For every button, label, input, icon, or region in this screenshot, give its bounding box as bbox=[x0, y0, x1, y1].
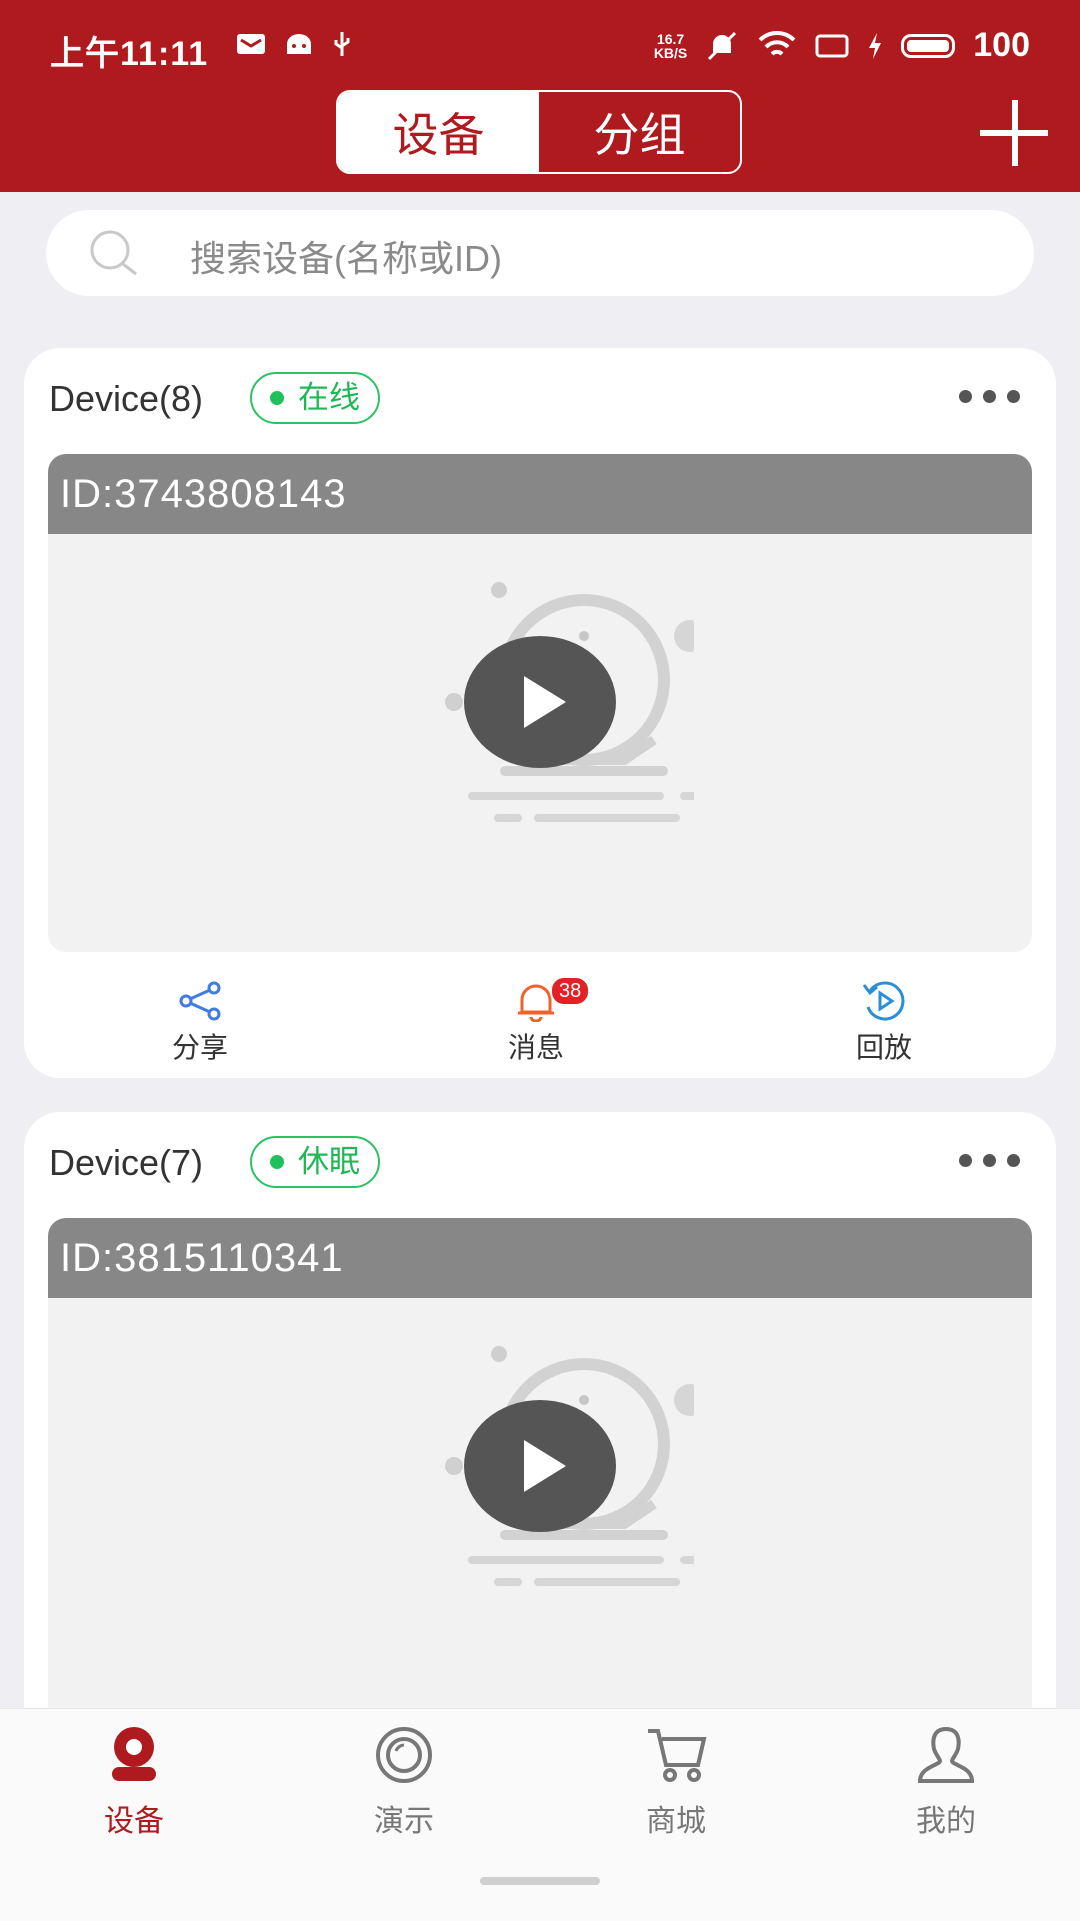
status-badge: 休眠 bbox=[250, 1136, 380, 1188]
more-options-button[interactable] bbox=[959, 1154, 1020, 1167]
status-bar: 上午11:11 16.7 KB/S 100 bbox=[0, 0, 1080, 96]
dot-icon bbox=[983, 1154, 996, 1167]
dot-icon bbox=[1007, 390, 1020, 403]
nav-item-demo[interactable]: 演示 bbox=[324, 1725, 484, 1840]
wifi-icon bbox=[758, 30, 796, 56]
nav-label-demo: 演示 bbox=[374, 1805, 434, 1838]
notification-icon bbox=[237, 34, 265, 54]
nav-item-devices[interactable]: 设备 bbox=[54, 1725, 214, 1840]
search-icon bbox=[90, 230, 137, 276]
charging-icon bbox=[869, 32, 882, 59]
net-speed: 16.7 KB/S bbox=[654, 32, 687, 60]
camera-icon bbox=[112, 1727, 156, 1781]
bottom-nav: 设备 演示 商城 我的 bbox=[0, 1708, 1080, 1921]
cart-icon bbox=[648, 1729, 707, 1782]
messages-button[interactable]: 38 消息 bbox=[456, 976, 616, 1066]
tab-devices[interactable]: 设备 bbox=[338, 92, 539, 172]
screen-icon bbox=[815, 34, 849, 57]
device-actions: 分享 38 消息 回放 bbox=[24, 976, 1056, 1068]
net-speed-value: 16.7 bbox=[656, 30, 685, 47]
play-icon[interactable] bbox=[464, 636, 616, 768]
net-speed-unit: KB/S bbox=[653, 44, 688, 61]
device-id: ID:3743808143 bbox=[60, 472, 347, 516]
add-device-button[interactable] bbox=[976, 96, 1052, 172]
more-options-button[interactable] bbox=[959, 390, 1020, 403]
playback-label: 回放 bbox=[855, 1032, 912, 1063]
status-badge: 在线 bbox=[250, 372, 380, 424]
device-name: Device(7) bbox=[49, 1142, 204, 1183]
status-dot bbox=[270, 1155, 284, 1169]
playback-icon bbox=[862, 981, 905, 1021]
share-button[interactable]: 分享 bbox=[120, 978, 280, 1066]
android-icon bbox=[287, 34, 311, 54]
nav-label-me: 我的 bbox=[916, 1805, 976, 1838]
device-id: ID:3815110341 bbox=[60, 1236, 344, 1280]
nav-label-mall: 商城 bbox=[646, 1805, 706, 1838]
mute-bell-icon bbox=[708, 31, 737, 60]
dot-icon bbox=[1007, 1154, 1020, 1167]
search-input[interactable]: 搜索设备(名称或ID) bbox=[46, 210, 1034, 296]
status-right-icons: 16.7 KB/S 100 bbox=[654, 26, 1030, 65]
status-dot bbox=[270, 391, 284, 405]
nav-item-mall[interactable]: 商城 bbox=[596, 1725, 756, 1840]
segment-control: 设备 分组 bbox=[336, 90, 742, 174]
tab-groups[interactable]: 分组 bbox=[539, 92, 740, 172]
status-text: 休眠 bbox=[298, 1144, 360, 1179]
battery-icon bbox=[901, 33, 956, 58]
playback-button[interactable]: 回放 bbox=[804, 978, 964, 1066]
status-left-icons bbox=[236, 30, 352, 58]
search-placeholder: 搜索设备(名称或ID) bbox=[190, 238, 502, 279]
app-header: 上午11:11 16.7 KB/S 100 设备 分组 bbox=[0, 0, 1080, 192]
video-preview[interactable]: ID:3743808143 bbox=[48, 454, 1032, 952]
play-icon[interactable] bbox=[464, 1400, 616, 1532]
demo-icon bbox=[376, 1727, 432, 1783]
nav-item-me[interactable]: 我的 bbox=[866, 1725, 1026, 1840]
home-indicator[interactable] bbox=[480, 1877, 600, 1885]
dot-icon bbox=[959, 390, 972, 403]
battery-level: 100 bbox=[973, 26, 1030, 64]
device-name: Device(8) bbox=[49, 378, 204, 419]
device-card: Device(8) 在线 ID:3743808143 分享 38 消息 回放 bbox=[24, 348, 1056, 1078]
messages-label: 消息 bbox=[507, 1032, 564, 1063]
device-card: Device(7) 休眠 ID:3815110341 bbox=[24, 1112, 1056, 1818]
message-count-badge: 38 bbox=[550, 976, 591, 1006]
nav-label-devices: 设备 bbox=[104, 1805, 164, 1838]
usb-icon bbox=[334, 32, 350, 56]
user-icon bbox=[917, 1726, 975, 1783]
status-text: 在线 bbox=[298, 380, 360, 415]
share-icon bbox=[179, 981, 221, 1021]
dot-icon bbox=[983, 390, 996, 403]
status-time: 上午11:11 bbox=[50, 35, 209, 73]
share-label: 分享 bbox=[171, 1032, 228, 1063]
dot-icon bbox=[959, 1154, 972, 1167]
